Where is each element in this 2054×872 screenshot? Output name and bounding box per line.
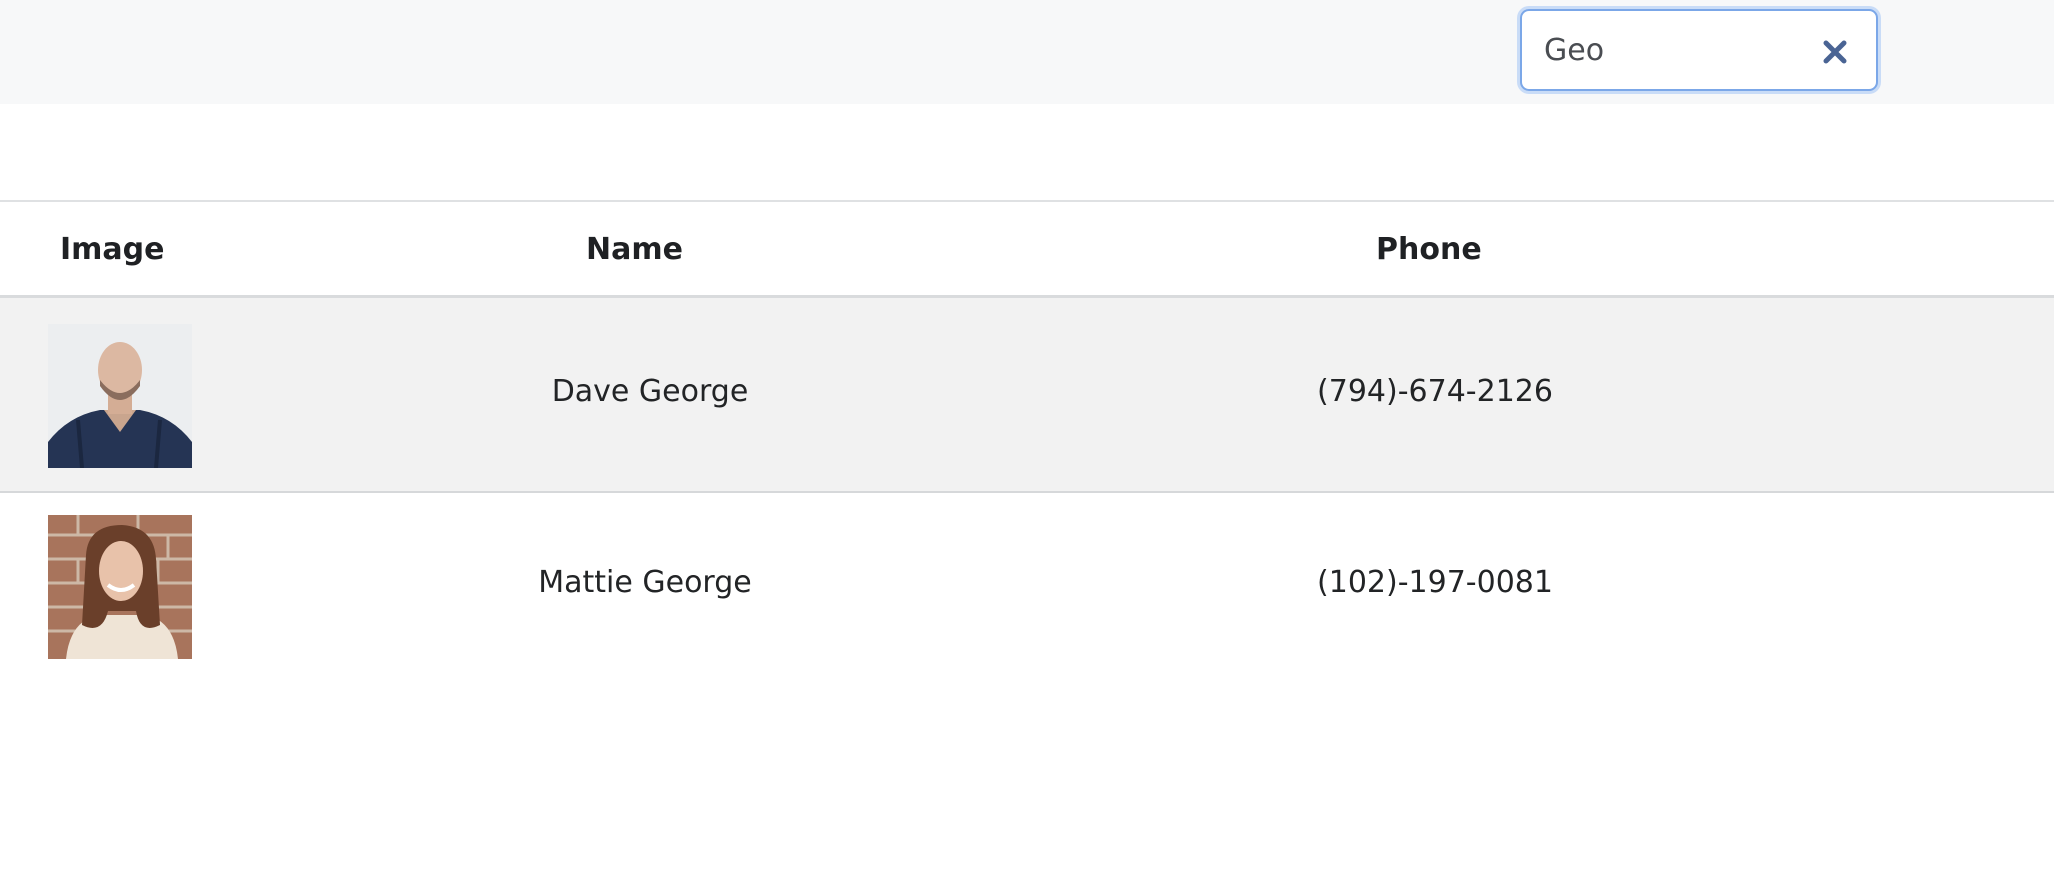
top-bar — [0, 0, 2054, 104]
column-header-name[interactable]: Name — [586, 232, 683, 267]
avatar — [48, 324, 192, 468]
avatar — [48, 515, 192, 659]
search-box[interactable] — [1520, 9, 1878, 91]
contacts-table: Image Name Phone Dave George (794)-674-2… — [0, 200, 2054, 688]
contact-phone: (102)-197-0081 — [1317, 565, 1553, 600]
contact-name: Dave George — [551, 374, 749, 409]
table-row[interactable]: Mattie George (102)-197-0081 — [0, 493, 2054, 688]
table-header: Image Name Phone — [0, 200, 2054, 298]
close-icon — [1823, 40, 1847, 64]
column-header-phone[interactable]: Phone — [1376, 232, 1482, 267]
search-input[interactable] — [1544, 23, 1804, 77]
table-row[interactable]: Dave George (794)-674-2126 — [0, 298, 2054, 493]
contact-phone: (794)-674-2126 — [1317, 374, 1553, 409]
clear-search-button[interactable] — [1812, 29, 1858, 75]
column-header-image[interactable]: Image — [60, 232, 165, 267]
contact-name: Mattie George — [538, 565, 752, 600]
